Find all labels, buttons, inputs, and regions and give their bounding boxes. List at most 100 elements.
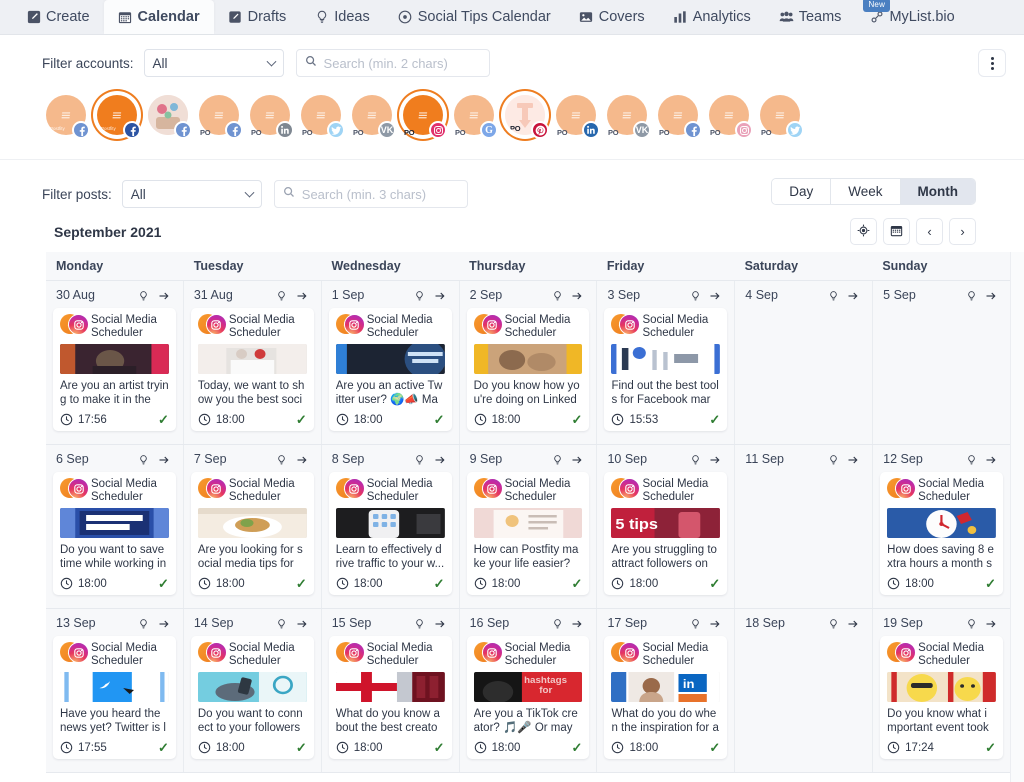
arrow-right-icon[interactable] [705, 288, 725, 302]
account-avatar-linkedin-10[interactable]: ≡ PO [552, 91, 600, 139]
lightbulb-icon[interactable] [272, 452, 292, 466]
lightbulb-icon[interactable] [134, 452, 154, 466]
post-card[interactable]: ≡Social Media Scheduler Are you an artist… [53, 308, 176, 431]
arrow-right-icon[interactable] [154, 288, 174, 302]
post-card[interactable]: ≡Social Media Scheduler What do you know … [328, 636, 452, 759]
arrow-right-icon[interactable] [981, 616, 1001, 630]
calendar-day-cell[interactable]: 5 Sep [873, 281, 1011, 444]
calendar-day-cell[interactable]: 10 Sep ≡Social Media Scheduler 5 tips Are y… [597, 445, 736, 608]
lightbulb-icon[interactable] [685, 288, 705, 302]
arrow-right-icon[interactable] [981, 288, 1001, 302]
calendar-day-cell[interactable]: 18 Sep [735, 609, 874, 772]
account-avatar-google-8[interactable]: ≡ PO G [450, 91, 498, 139]
account-avatar-instagram-7[interactable]: ≡ PO [399, 91, 447, 139]
arrow-right-icon[interactable] [981, 452, 1001, 466]
lightbulb-icon[interactable] [823, 288, 843, 302]
account-avatar-pinterest-9[interactable]: PO [501, 91, 549, 139]
calendar-scrollbar[interactable] [1010, 252, 1024, 782]
calendar-day-cell[interactable]: 7 Sep ≡Social Media Scheduler Are you look… [183, 445, 322, 608]
account-avatar-vk-11[interactable]: ≡ PO VK [603, 91, 651, 139]
tab-create[interactable]: Create [12, 0, 104, 34]
filter-posts-select[interactable]: All [121, 180, 262, 208]
lightbulb-icon[interactable] [272, 616, 292, 630]
post-card[interactable]: ≡Social Media Scheduler Are you looking f… [190, 472, 314, 595]
arrow-right-icon[interactable] [292, 616, 312, 630]
more-options-button[interactable] [978, 49, 1006, 77]
tab-drafts[interactable]: Drafts [214, 0, 301, 34]
account-avatar-facebook-2[interactable] [144, 91, 192, 139]
arrow-right-icon[interactable] [843, 452, 863, 466]
calendar-day-cell[interactable]: 15 Sep ≡Social Media Scheduler What do you… [321, 609, 460, 772]
post-card[interactable]: ≡Social Media Scheduler Do you want to co… [190, 636, 314, 759]
calendar-day-cell[interactable]: 14 Sep ≡Social Media Scheduler Do you want… [183, 609, 322, 772]
lightbulb-icon[interactable] [961, 288, 981, 302]
lightbulb-icon[interactable] [410, 616, 430, 630]
account-avatar-facebook-3[interactable]: ≡ PO [195, 91, 243, 139]
calendar-day-cell[interactable]: 30 Aug ≡Social Media Scheduler Are you an … [46, 281, 184, 444]
date-picker-button[interactable] [883, 218, 910, 245]
arrow-right-icon[interactable] [567, 452, 587, 466]
account-avatar-twitter-5[interactable]: ≡ PO [297, 91, 345, 139]
post-card[interactable]: ≡Social Media Scheduler Do you know how y… [466, 308, 590, 431]
post-card[interactable]: ≡Social Media Scheduler Do you know what … [880, 636, 1004, 759]
calendar-day-cell[interactable]: 12 Sep ≡Social Media Scheduler How does sa… [873, 445, 1011, 608]
post-card[interactable]: ≡Social Media Scheduler 5 tips Are you str… [604, 472, 728, 595]
arrow-right-icon[interactable] [430, 452, 450, 466]
account-avatar-facebook-1[interactable]: ≡ Postfity [93, 91, 141, 139]
arrow-right-icon[interactable] [567, 288, 587, 302]
account-avatar-vk-6[interactable]: ≡ PO VK [348, 91, 396, 139]
prev-month-button[interactable]: ‹ [916, 218, 943, 245]
calendar-day-cell[interactable]: 4 Sep [735, 281, 874, 444]
calendar-day-cell[interactable]: 9 Sep ≡Social Media Scheduler How can Post… [459, 445, 598, 608]
lightbulb-icon[interactable] [410, 288, 430, 302]
post-card[interactable]: ≡Social Media Scheduler hashtagsfor Are yo… [466, 636, 590, 759]
lightbulb-icon[interactable] [134, 288, 154, 302]
lightbulb-icon[interactable] [272, 288, 292, 302]
filter-accounts-select[interactable]: All [143, 49, 284, 77]
calendar-day-cell[interactable]: 6 Sep ≡Social Media Scheduler Do you want … [46, 445, 184, 608]
post-card[interactable]: ≡Social Media Scheduler Find out the best… [604, 308, 728, 431]
account-avatar-instagram-13[interactable]: ≡ PO [705, 91, 753, 139]
posts-search-box[interactable] [273, 180, 468, 208]
calendar-day-cell[interactable]: 1 Sep ≡Social Media Scheduler Are you an a… [321, 281, 460, 444]
arrow-right-icon[interactable] [843, 616, 863, 630]
post-card[interactable]: ≡Social Media Scheduler Today, we want to… [190, 308, 314, 431]
post-card[interactable]: ≡Social Media Scheduler Are you an active… [328, 308, 452, 431]
arrow-right-icon[interactable] [843, 288, 863, 302]
post-card[interactable]: ≡Social Media Scheduler in What do you do … [604, 636, 728, 759]
post-card[interactable]: ≡Social Media Scheduler How does saving 8… [880, 472, 1004, 595]
account-avatar-linkedin-4[interactable]: ≡ PO [246, 91, 294, 139]
lightbulb-icon[interactable] [410, 452, 430, 466]
arrow-right-icon[interactable] [292, 452, 312, 466]
arrow-right-icon[interactable] [292, 288, 312, 302]
arrow-right-icon[interactable] [154, 616, 174, 630]
post-card[interactable]: ≡Social Media Scheduler How can Postfity … [466, 472, 590, 595]
tab-ideas[interactable]: Ideas [300, 0, 383, 34]
post-card[interactable]: ≡Social Media Scheduler Do you want to sa… [53, 472, 176, 595]
lightbulb-icon[interactable] [547, 452, 567, 466]
account-avatar-twitter-14[interactable]: ≡ PO [756, 91, 804, 139]
calendar-day-cell[interactable]: 3 Sep ≡Social Media Scheduler Find out the… [597, 281, 736, 444]
arrow-right-icon[interactable] [705, 452, 725, 466]
arrow-right-icon[interactable] [430, 616, 450, 630]
arrow-right-icon[interactable] [705, 616, 725, 630]
tab-analytics[interactable]: Analytics [659, 0, 765, 34]
lightbulb-icon[interactable] [823, 616, 843, 630]
next-month-button[interactable]: › [949, 218, 976, 245]
tab-covers[interactable]: Covers [565, 0, 659, 34]
view-mode-week[interactable]: Week [831, 179, 901, 204]
lightbulb-icon[interactable] [823, 452, 843, 466]
today-button[interactable] [850, 218, 877, 245]
lightbulb-icon[interactable] [961, 452, 981, 466]
tab-social-tips-calendar[interactable]: Social Tips Calendar [384, 0, 565, 34]
calendar-day-cell[interactable]: 8 Sep ≡Social Media Scheduler Learn to eff… [321, 445, 460, 608]
arrow-right-icon[interactable] [430, 288, 450, 302]
accounts-search-box[interactable] [295, 49, 490, 77]
calendar-day-cell[interactable]: 17 Sep ≡Social Media Scheduler in What do y… [597, 609, 736, 772]
tab-calendar[interactable]: Calendar [103, 0, 214, 34]
calendar-day-cell[interactable]: 2 Sep ≡Social Media Scheduler Do you know … [459, 281, 598, 444]
account-avatar-facebook-12[interactable]: ≡ PO [654, 91, 702, 139]
accounts-search-input[interactable] [323, 55, 481, 71]
post-card[interactable]: ≡Social Media Scheduler Learn to effectiv… [328, 472, 452, 595]
lightbulb-icon[interactable] [547, 616, 567, 630]
